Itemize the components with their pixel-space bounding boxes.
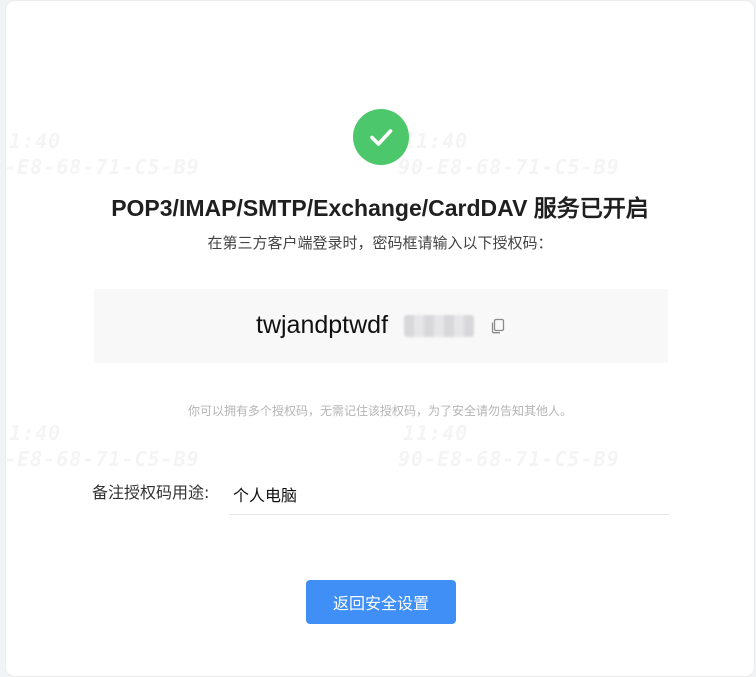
remark-input[interactable] [229,473,669,515]
auth-code-mask [404,315,474,337]
watermark-time: 11:40 [6,421,61,445]
auth-code-hint: 你可以拥有多个授权码，无需记住该授权码，为了安全请勿告知其他人。 [187,404,572,418]
watermark-mac: 90-E8-68-71-C5-B9 [6,155,200,179]
back-to-security-button[interactable]: 返回安全设置 [306,580,456,624]
service-subtitle: 在第三方客户端登录时，密码框请输入以下授权码： [207,234,553,252]
auth-code-text: twjandptwdf [256,311,389,339]
watermark-time: 11:40 [403,129,468,153]
watermark-mac: 90-E8-68-71-C5-B9 [398,447,620,471]
auth-code-box: twjandptwdf [94,289,668,363]
watermark-time: 11:40 [403,421,468,445]
remark-label: 备注授权码用途: [92,483,210,502]
watermark-time: 11:40 [6,129,61,153]
copy-icon[interactable] [489,317,507,335]
watermark-mac: 90-E8-68-71-C5-B9 [398,155,620,179]
success-check-icon [353,109,409,165]
auth-code-card: 11:40 90-E8-68-71-C5-B9 11:40 90-E8-68-7… [5,0,755,677]
watermark-mac: 90-E8-68-71-C5-B9 [6,447,200,471]
service-enabled-title: POP3/IMAP/SMTP/Exchange/CardDAV 服务已开启 [111,195,649,221]
